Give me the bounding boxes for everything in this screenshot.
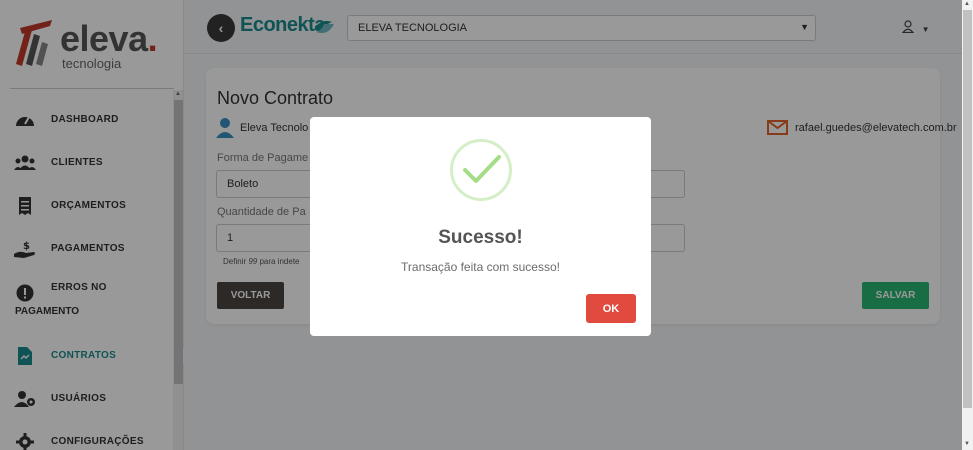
ok-button[interactable]: OK [586, 294, 636, 323]
page-scrollbar-thumb[interactable] [963, 10, 972, 408]
success-dialog: Sucesso! Transação feita com sucesso! OK [310, 117, 651, 336]
dialog-message: Transação feita com sucesso! [401, 260, 560, 274]
scroll-down-arrow-icon[interactable]: ▼ [964, 441, 970, 447]
checkmark-icon [463, 155, 501, 183]
scroll-up-arrow-icon[interactable]: ▲ [964, 1, 970, 7]
dialog-title: Sucesso! [438, 227, 523, 248]
